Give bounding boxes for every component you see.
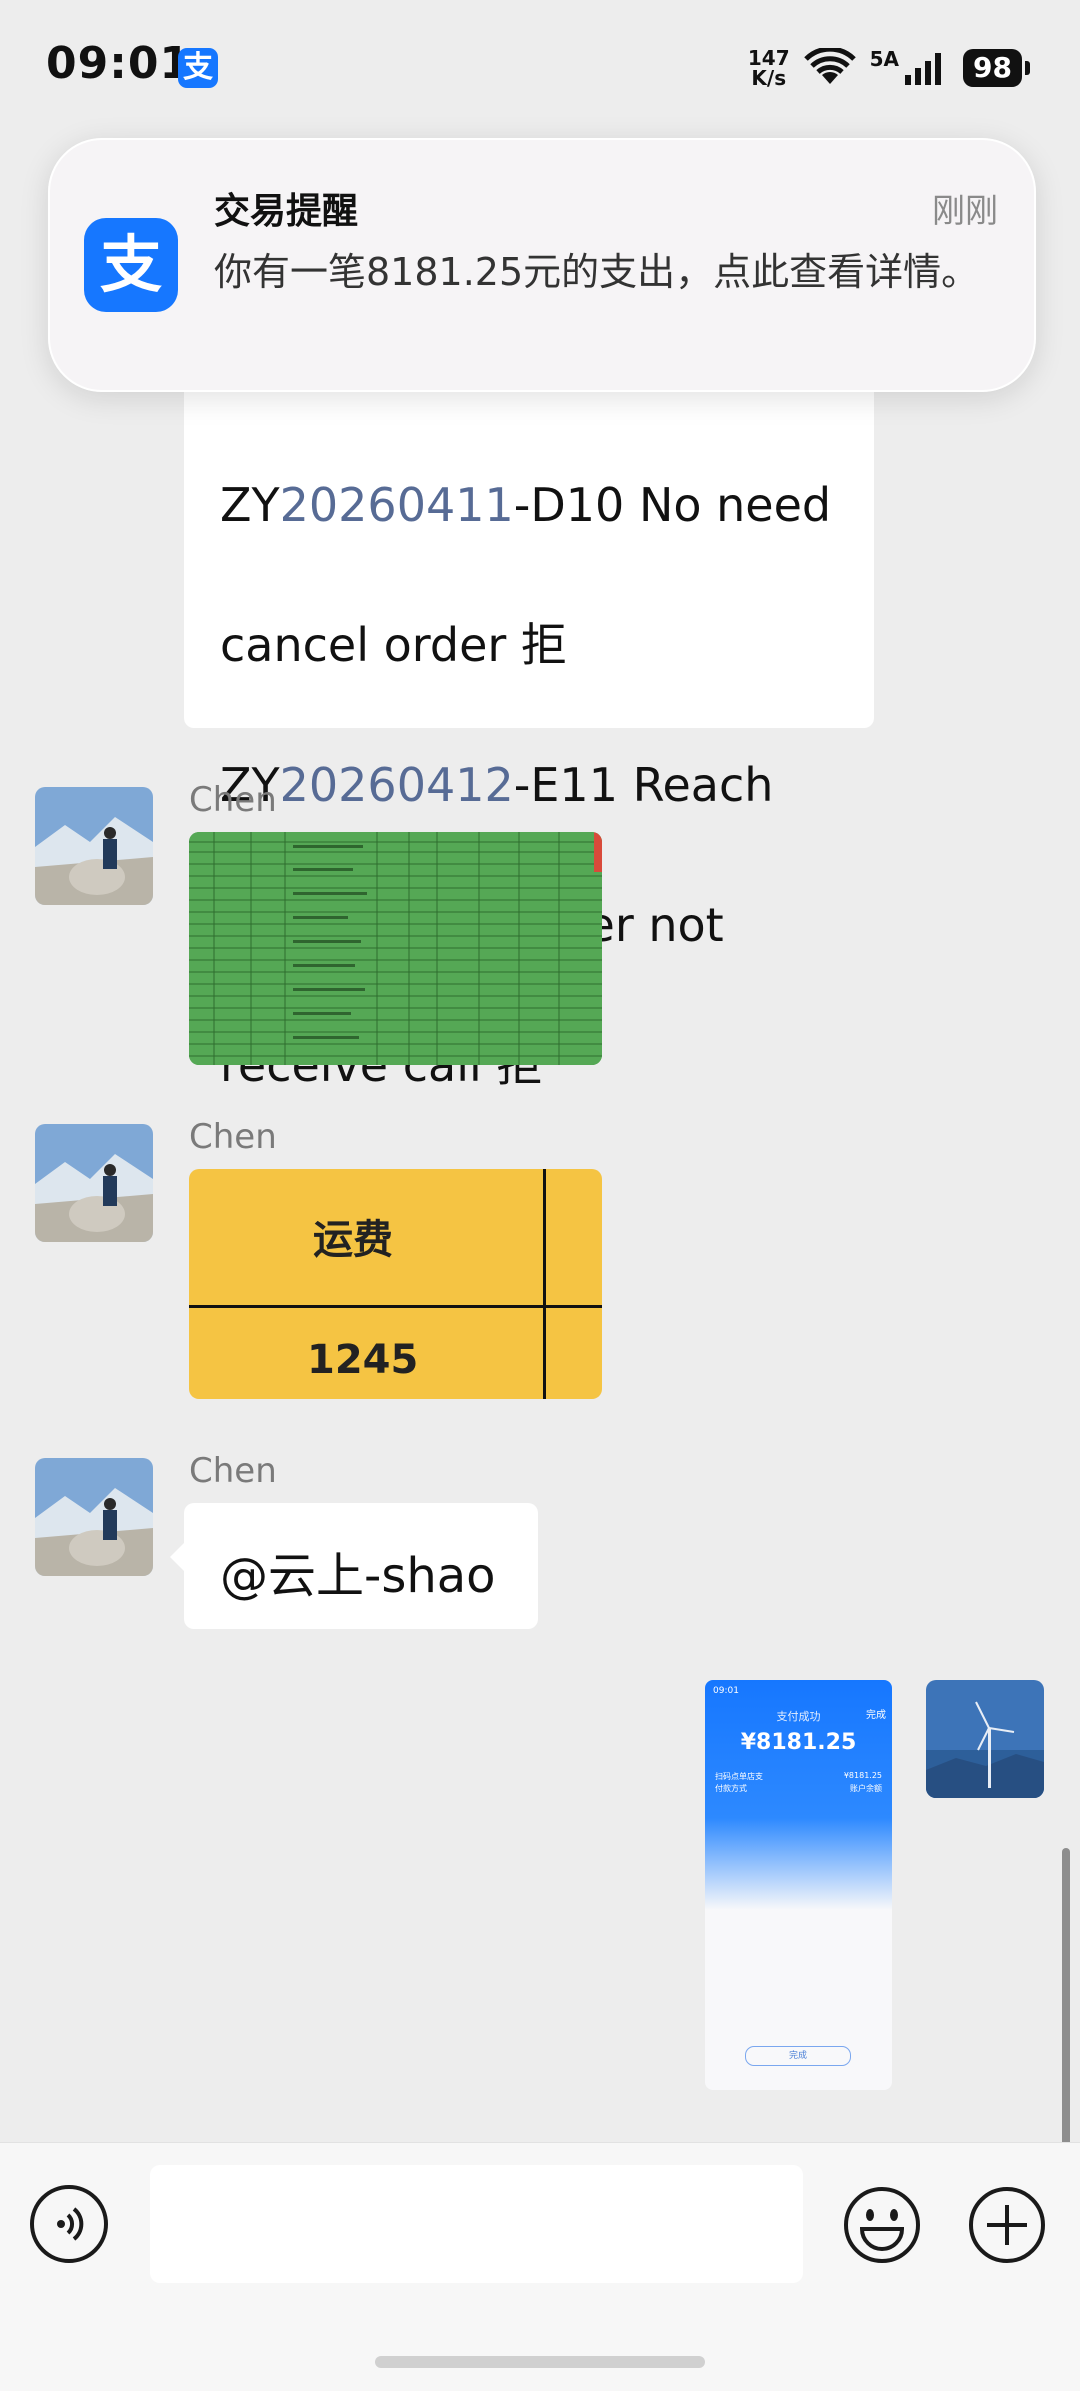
input-bar <box>0 2142 1080 2391</box>
notification-time: 刚刚 <box>932 191 998 230</box>
home-indicator[interactable] <box>375 2356 705 2368</box>
order-link[interactable]: 20260412 <box>280 758 514 812</box>
avatar[interactable] <box>35 1458 153 1576</box>
previous-message-bubble[interactable]: ZY20260411-D10 No need cancel order 拒 ZY… <box>184 350 874 1092</box>
voice-icon <box>57 2207 84 2241</box>
order-link[interactable]: 20260411 <box>280 478 514 532</box>
alipay-icon: 支 <box>84 218 178 312</box>
avatar-mountain-photo <box>35 787 153 905</box>
battery-indicator: 98 <box>963 49 1030 87</box>
avatar-mountain-photo <box>35 1458 153 1576</box>
emoji-icon <box>844 2187 920 2263</box>
avatar[interactable] <box>35 787 153 905</box>
freight-value: 1245 <box>307 1337 419 1383</box>
wind-turbine-image[interactable] <box>926 1680 1044 1798</box>
more-button[interactable] <box>967 2185 1047 2265</box>
plus-icon <box>969 2187 1045 2263</box>
mention-message-bubble[interactable]: @云上-shao <box>170 1503 538 1629</box>
status-time: 09:01 <box>46 38 192 89</box>
notification-body: 你有一笔8181.25元的支出，点此查看详情。 <box>214 250 980 294</box>
emoji-button[interactable] <box>842 2185 922 2265</box>
message-input[interactable] <box>150 2165 803 2283</box>
notification-title: 交易提醒 <box>214 191 359 232</box>
spreadsheet-image[interactable] <box>189 832 602 1065</box>
freight-header: 运费 <box>313 1217 393 1263</box>
chat-area[interactable]: ZY20260411-D10 No need cancel order 拒 ZY… <box>0 130 1080 2268</box>
alipay-notification[interactable]: 支 交易提醒 刚刚 你有一笔8181.25元的支出，点此查看详情。 <box>48 138 1036 392</box>
mention-text: @云上-shao <box>220 1548 496 1604</box>
payment-screenshot-image[interactable]: 09:01 完成 支付成功 ¥8181.25 扫码点单店支 ¥8181.25 付… <box>705 1680 892 2090</box>
wifi-icon <box>803 48 856 84</box>
sender-name: Chen <box>189 1117 277 1157</box>
sender-name: Chen <box>189 1451 277 1491</box>
freight-table-image[interactable]: 运费 1245 <box>189 1169 602 1399</box>
network-type: 5A <box>869 47 900 71</box>
voice-button[interactable] <box>30 2185 108 2263</box>
avatar[interactable] <box>35 1124 153 1242</box>
avatar-mountain-photo <box>35 1124 153 1242</box>
battery-level: 98 <box>963 49 1022 87</box>
sender-name: Chen <box>189 780 277 820</box>
status-indicators: 147 K/s 5A 98 <box>748 40 1030 96</box>
status-bar: 09:01 支 147 K/s 5A 98 <box>0 0 1080 130</box>
network-speed: 147 K/s <box>747 46 790 90</box>
signal-icon <box>905 53 942 85</box>
alipay-status-icon: 支 <box>178 48 218 88</box>
